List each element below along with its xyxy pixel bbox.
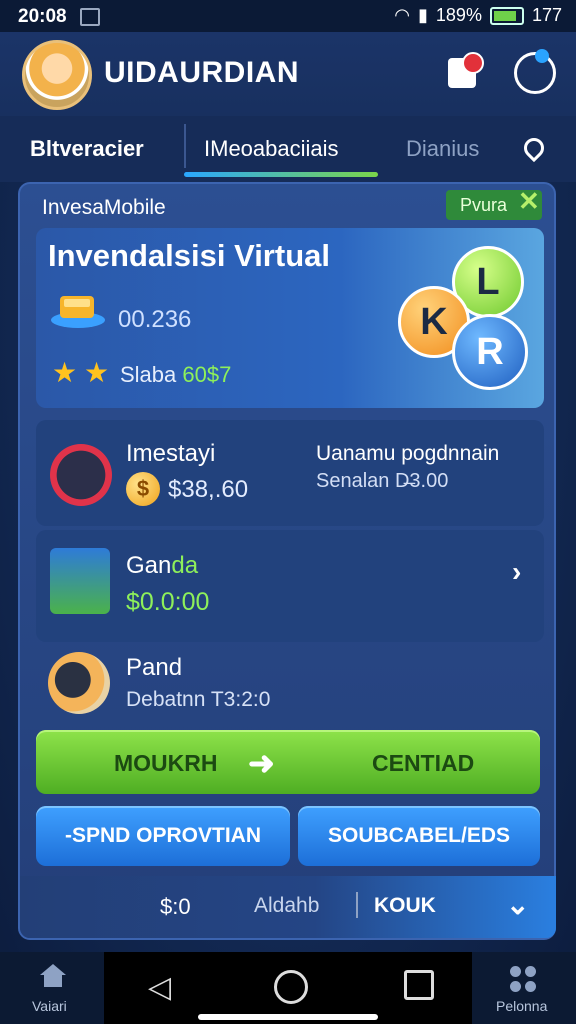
status-right: ◠ ▮ 189% 177 bbox=[394, 5, 562, 26]
hero-sub-label: Slaba bbox=[120, 362, 177, 387]
primary-action-left-label: MOUKRH bbox=[114, 750, 218, 776]
ganda-title: Ganda bbox=[126, 552, 198, 580]
location-pin-icon[interactable] bbox=[519, 133, 549, 163]
status-time: 20:08 bbox=[18, 6, 67, 27]
status-right-value: 177 bbox=[531, 5, 562, 25]
paid-value: Debatnn T3:2:0 bbox=[126, 688, 271, 711]
tab-bar: Bltveracier IMeoabaciiais Dianius bbox=[0, 116, 576, 182]
status-bar: 20:08 ◠ ▮ 189% 177 bbox=[0, 0, 576, 32]
star-icon: ★ bbox=[52, 357, 78, 388]
tab-active-indicator bbox=[184, 172, 378, 177]
primary-action-right-label: CENTIAD bbox=[372, 750, 475, 776]
hero-title: Invendalsisi Virtual bbox=[48, 238, 330, 273]
hero-value: 00.236 bbox=[118, 306, 192, 333]
ganda-value: $0.0:00 bbox=[126, 588, 210, 616]
investment-right-value: Senalan D̶3.00 bbox=[316, 470, 449, 492]
chevron-right-icon[interactable]: › bbox=[512, 556, 521, 588]
right-blue-button[interactable]: SOUBCABEL/EDS bbox=[298, 806, 540, 866]
nav-menu-label[interactable]: Pelonna bbox=[496, 998, 547, 1014]
ganda-title-suffix: da bbox=[171, 552, 199, 579]
tab-2[interactable]: IMeoabaciiais bbox=[204, 136, 339, 162]
paid-icon bbox=[48, 652, 110, 714]
investment-row[interactable] bbox=[36, 420, 544, 526]
battery-percent: 189% bbox=[435, 5, 482, 25]
left-blue-button[interactable]: -SPND OPROVTIAN bbox=[36, 806, 290, 866]
recents-icon[interactable] bbox=[404, 970, 434, 1000]
investment-title: Imestayi bbox=[126, 440, 216, 467]
summary-value-2: Aldahb bbox=[254, 894, 320, 917]
hero-sub: Slaba 60$7 bbox=[120, 362, 231, 388]
arrow-right-icon: ➜ bbox=[248, 745, 275, 781]
ganda-title-prefix: Gan bbox=[126, 552, 172, 579]
hero-sub-value: 60$7 bbox=[182, 362, 232, 387]
gold-bar-icon bbox=[51, 296, 105, 328]
ganda-row[interactable] bbox=[36, 530, 544, 642]
wifi-icon: ◠ bbox=[394, 5, 410, 25]
brand-label: InvesaMobile bbox=[42, 196, 166, 219]
app-header: UIDAURDIAN bbox=[0, 32, 576, 116]
tab-1[interactable]: Bltveracier bbox=[30, 136, 144, 162]
investment-right-title: Uanamu pogdnnain bbox=[316, 442, 500, 465]
signal-icon: ▮ bbox=[418, 5, 428, 25]
paid-title: Pand bbox=[126, 654, 183, 681]
check-icon: ✕ bbox=[518, 186, 540, 216]
gesture-bar bbox=[198, 1014, 378, 1020]
coin-icon: $ bbox=[126, 472, 160, 506]
phone-wallet-icon bbox=[50, 548, 110, 614]
notification-dot bbox=[462, 52, 484, 74]
menu-grid-icon[interactable] bbox=[510, 966, 536, 992]
avatar[interactable] bbox=[22, 40, 92, 110]
summary-value-3[interactable]: KOUK bbox=[374, 894, 436, 918]
app-title: UIDAURDIAN bbox=[104, 56, 299, 89]
battery-icon bbox=[489, 6, 524, 25]
system-home-icon[interactable] bbox=[274, 970, 308, 1004]
star-icon: ★ bbox=[84, 357, 110, 388]
tab-divider bbox=[184, 124, 186, 168]
home-icon[interactable] bbox=[38, 962, 68, 988]
image-icon bbox=[80, 8, 100, 26]
tab-3[interactable]: Dianius bbox=[406, 136, 479, 162]
summary-value-1: $:0 bbox=[160, 894, 191, 919]
nav-home-label[interactable]: Vaiari bbox=[32, 998, 67, 1014]
investment-icon bbox=[50, 444, 112, 506]
summary-divider bbox=[356, 892, 358, 918]
investment-value: $38,.60 bbox=[168, 476, 249, 503]
profile-icon[interactable] bbox=[514, 49, 556, 94]
chevron-down-icon[interactable]: ⌄ bbox=[506, 888, 529, 921]
back-icon[interactable]: ◁ bbox=[148, 970, 171, 1005]
ball-blue: R bbox=[452, 314, 528, 390]
